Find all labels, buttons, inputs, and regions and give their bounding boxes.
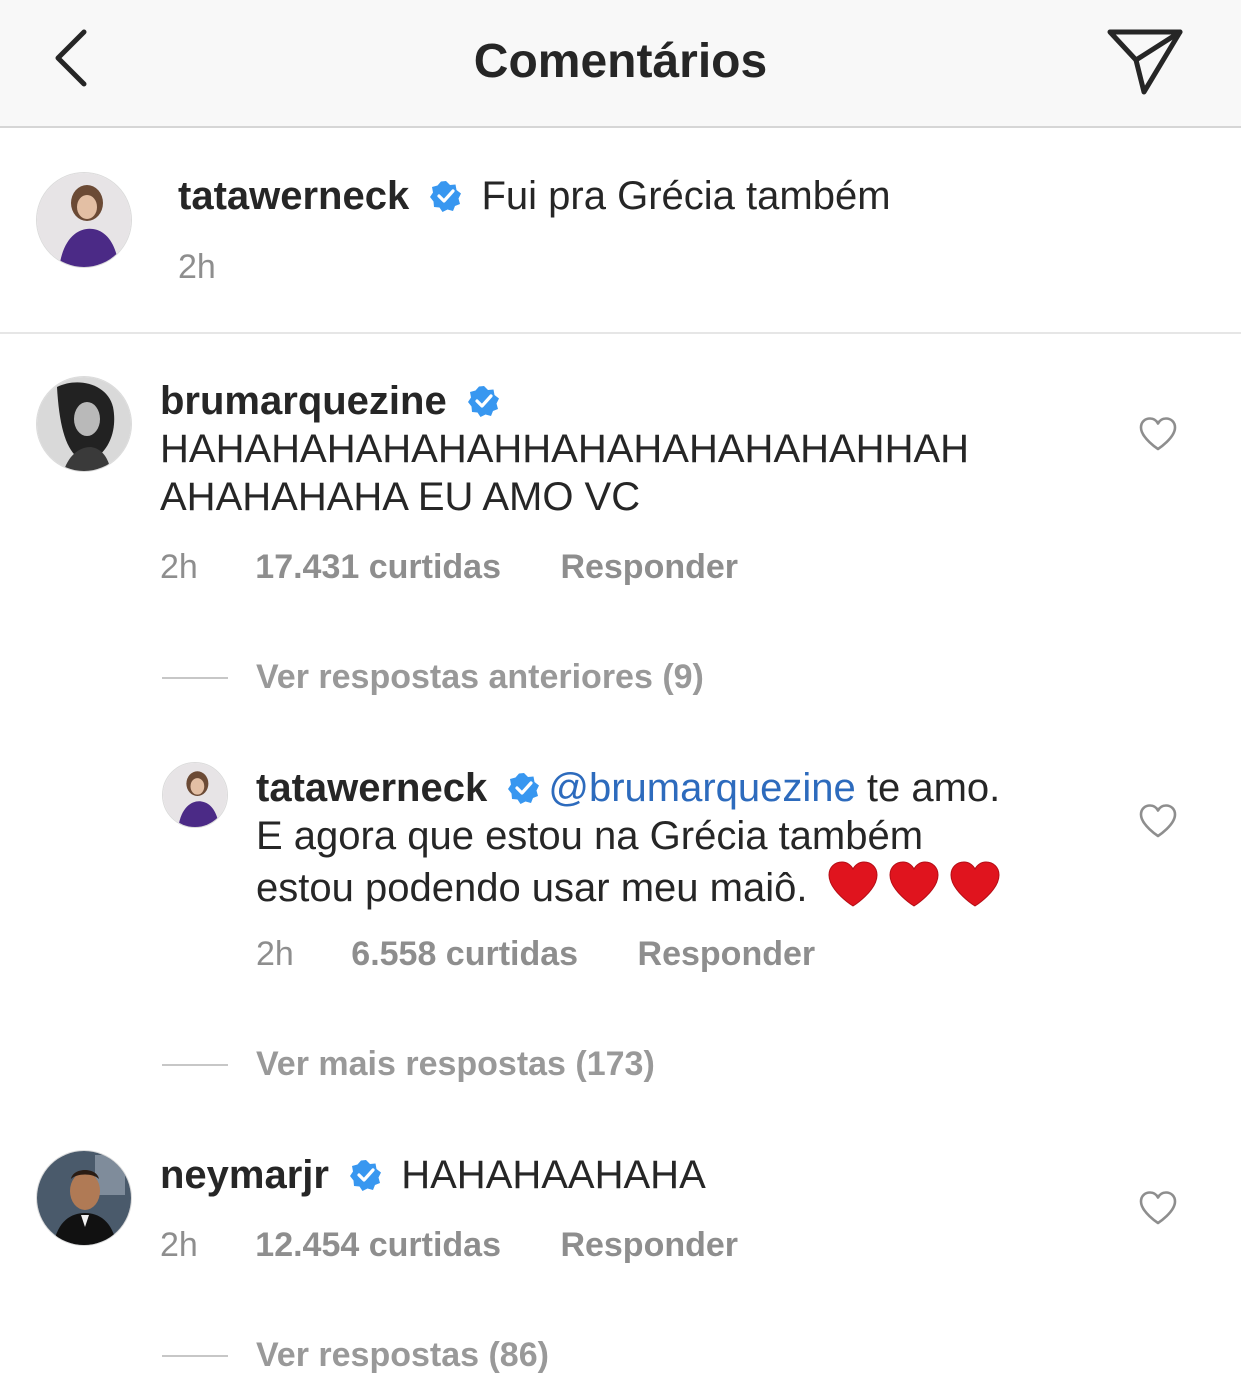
view-previous-replies-button[interactable]: Ver respostas anteriores (9) (256, 658, 704, 697)
replies-divider-line (162, 677, 228, 679)
avatar-image (37, 1151, 131, 1245)
reply-button[interactable]: Responder (560, 548, 738, 586)
likes-count[interactable]: 12.454 curtidas (255, 1226, 501, 1264)
likes-count[interactable]: 6.558 curtidas (351, 935, 578, 973)
share-button[interactable] (1104, 24, 1188, 98)
reply-text-line: estou podendo usar meu maiô. (256, 860, 1003, 921)
mention-link[interactable]: @brumarquezine (548, 766, 855, 810)
caption-text: tatawerneck Fui pra Grécia também (178, 174, 891, 219)
reply-button[interactable]: Responder (638, 935, 816, 973)
replies-divider-line (162, 1064, 228, 1066)
heart-outline-icon (1139, 804, 1177, 838)
view-replies-button[interactable]: Ver respostas (86) (256, 1336, 549, 1375)
caption-body: Fui pra Grécia também (481, 174, 891, 218)
red-hearts-emoji (827, 860, 1003, 921)
comment-line: neymarjr HAHAHAAHAHA (160, 1151, 706, 1199)
red-heart-icon (828, 861, 1000, 907)
verified-badge-icon (350, 1160, 382, 1192)
paper-plane-icon (1107, 29, 1183, 95)
avatar[interactable] (36, 172, 132, 268)
avatar[interactable] (36, 1150, 132, 1246)
header-bar: Comentários (0, 0, 1241, 128)
likes-count[interactable]: 17.431 curtidas (255, 548, 501, 586)
page-title: Comentários (473, 35, 768, 88)
comment-header: brumarquezine (160, 377, 500, 425)
reply-timestamp: 2h (256, 935, 294, 973)
avatar-image (37, 377, 131, 471)
caption-username[interactable]: tatawerneck (178, 174, 409, 218)
avatar-image (37, 173, 131, 267)
comment-text-line: HAHAHAHAHAHAHHAHAHAHAHAHAHHAH (160, 427, 970, 471)
verified-badge-icon (508, 773, 540, 805)
like-button[interactable] (1138, 803, 1178, 839)
avatar-image (163, 763, 227, 827)
caption-divider (0, 332, 1241, 334)
like-button[interactable] (1138, 1190, 1178, 1226)
comment-meta: 2h 12.454 curtidas Responder (160, 1226, 738, 1265)
comment-timestamp: 2h (160, 548, 198, 586)
comment-body: HAHAHAAHAHA (401, 1153, 706, 1197)
reply-meta: 2h 6.558 curtidas Responder (256, 935, 815, 974)
verified-badge-icon (430, 181, 462, 213)
heart-outline-icon (1139, 1191, 1177, 1225)
replies-divider-line (162, 1355, 228, 1357)
comment-text-line: AHAHAHAHA EU AMO VC (160, 475, 641, 519)
verified-badge-icon (467, 386, 499, 418)
reply-text-line: E agora que estou na Grécia também (256, 814, 924, 858)
avatar[interactable] (36, 376, 132, 472)
reply-button[interactable]: Responder (560, 1226, 738, 1264)
reply-text-line: tatawerneck @brumarquezine te amo. (256, 766, 1001, 810)
heart-outline-icon (1139, 417, 1177, 451)
view-more-replies-button[interactable]: Ver mais respostas (173) (256, 1045, 655, 1084)
reply-username[interactable]: tatawerneck (256, 766, 487, 810)
comment-meta: 2h 17.431 curtidas Responder (160, 548, 738, 587)
comment-username[interactable]: neymarjr (160, 1153, 329, 1197)
avatar[interactable] (162, 762, 228, 828)
comment-timestamp: 2h (160, 1226, 198, 1264)
caption-timestamp: 2h (178, 248, 216, 286)
like-button[interactable] (1138, 416, 1178, 452)
comment-username[interactable]: brumarquezine (160, 379, 447, 423)
